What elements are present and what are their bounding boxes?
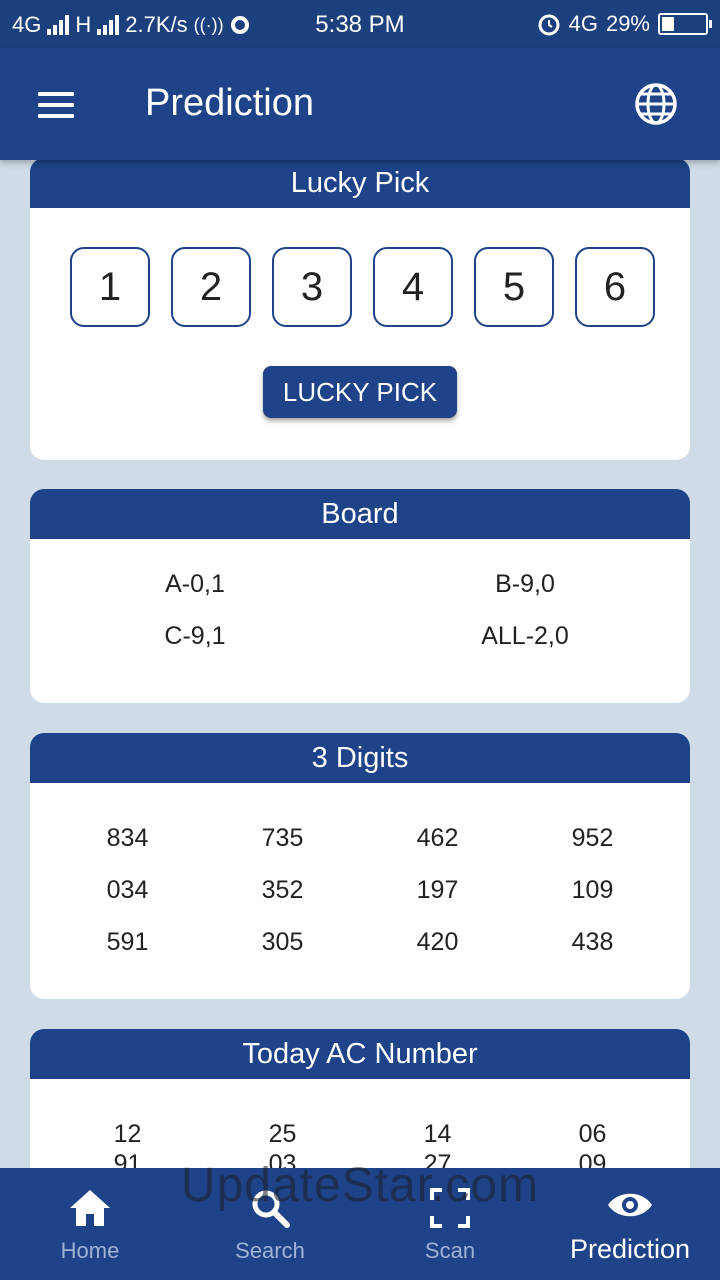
lucky-pick-button[interactable]: LUCKY PICK — [263, 366, 457, 418]
ac-number-title: Today AC Number — [30, 1029, 690, 1079]
globe-icon[interactable] — [634, 82, 678, 126]
board-item: C-9,1 — [164, 622, 226, 650]
digit-item: 438 — [571, 928, 614, 956]
page-title: Prediction — [145, 82, 314, 124]
board-title: Board — [30, 489, 690, 539]
bottom-nav: Home Search Scan Prediction — [0, 1168, 720, 1280]
nav-search[interactable]: Search — [180, 1168, 360, 1280]
lucky-pick-title: Lucky Pick — [30, 158, 690, 208]
board-item: B-9,0 — [495, 570, 555, 598]
board-grid: A-0,1 B-9,0 C-9,1 ALL-2,0 — [30, 569, 690, 651]
nav-scan[interactable]: Scan — [360, 1168, 540, 1280]
three-digits-title: 3 Digits — [30, 733, 690, 783]
digit-item: 735 — [261, 824, 304, 852]
digit-item: 352 — [261, 876, 304, 904]
battery-percent: 29% — [605, 11, 650, 36]
digit-item: 462 — [416, 824, 459, 852]
lucky-number: 5 — [474, 247, 554, 327]
lucky-pick-card: Lucky Pick 1 2 3 4 5 6 LUCKY PICK — [30, 158, 690, 460]
lucky-number: 6 — [575, 247, 655, 327]
network-type-3: 4G — [568, 11, 598, 36]
three-digits-grid: 834 735 462 952 034 352 197 109 591 305 … — [50, 823, 670, 957]
digit-item: 952 — [571, 824, 614, 852]
menu-icon[interactable] — [38, 92, 74, 118]
status-bar: 4G H 2.7K/s ((·)) 5:38 PM 4G 29% — [0, 0, 720, 48]
lucky-numbers: 1 2 3 4 5 6 — [70, 247, 655, 327]
status-right: 4G 29% — [537, 11, 712, 37]
lucky-number: 4 — [373, 247, 453, 327]
nav-home-label: Home — [60, 1238, 120, 1263]
board-item: A-0,1 — [165, 570, 225, 598]
ac-number-item: 25 — [268, 1120, 297, 1148]
board-item: ALL-2,0 — [481, 622, 569, 650]
nav-home[interactable]: Home — [0, 1168, 180, 1280]
alarm-icon — [538, 14, 560, 36]
nav-prediction[interactable]: Prediction — [540, 1168, 720, 1280]
home-icon — [70, 1190, 110, 1226]
scan-icon — [430, 1188, 470, 1228]
search-icon — [252, 1190, 290, 1228]
digit-item: 034 — [106, 876, 149, 904]
eye-icon — [608, 1193, 652, 1217]
digit-item: 197 — [416, 876, 459, 904]
ac-number-item: 06 — [578, 1120, 607, 1148]
nav-scan-label: Scan — [424, 1238, 476, 1263]
digit-item: 420 — [416, 928, 459, 956]
board-card: Board A-0,1 B-9,0 C-9,1 ALL-2,0 — [30, 489, 690, 703]
digit-item: 834 — [106, 824, 149, 852]
nav-prediction-label: Prediction — [569, 1234, 691, 1264]
three-digits-card: 3 Digits 834 735 462 952 034 352 197 109… — [30, 733, 690, 999]
lucky-number: 1 — [70, 247, 150, 327]
battery-icon — [658, 13, 712, 35]
digit-item: 591 — [106, 928, 149, 956]
digit-item: 305 — [261, 928, 304, 956]
app-bar: Prediction — [0, 48, 720, 160]
ac-number-item: 14 — [423, 1120, 452, 1148]
lucky-number: 2 — [171, 247, 251, 327]
nav-search-label: Search — [235, 1238, 305, 1263]
lucky-number: 3 — [272, 247, 352, 327]
digit-item: 109 — [571, 876, 614, 904]
ac-number-item: 12 — [113, 1120, 142, 1148]
